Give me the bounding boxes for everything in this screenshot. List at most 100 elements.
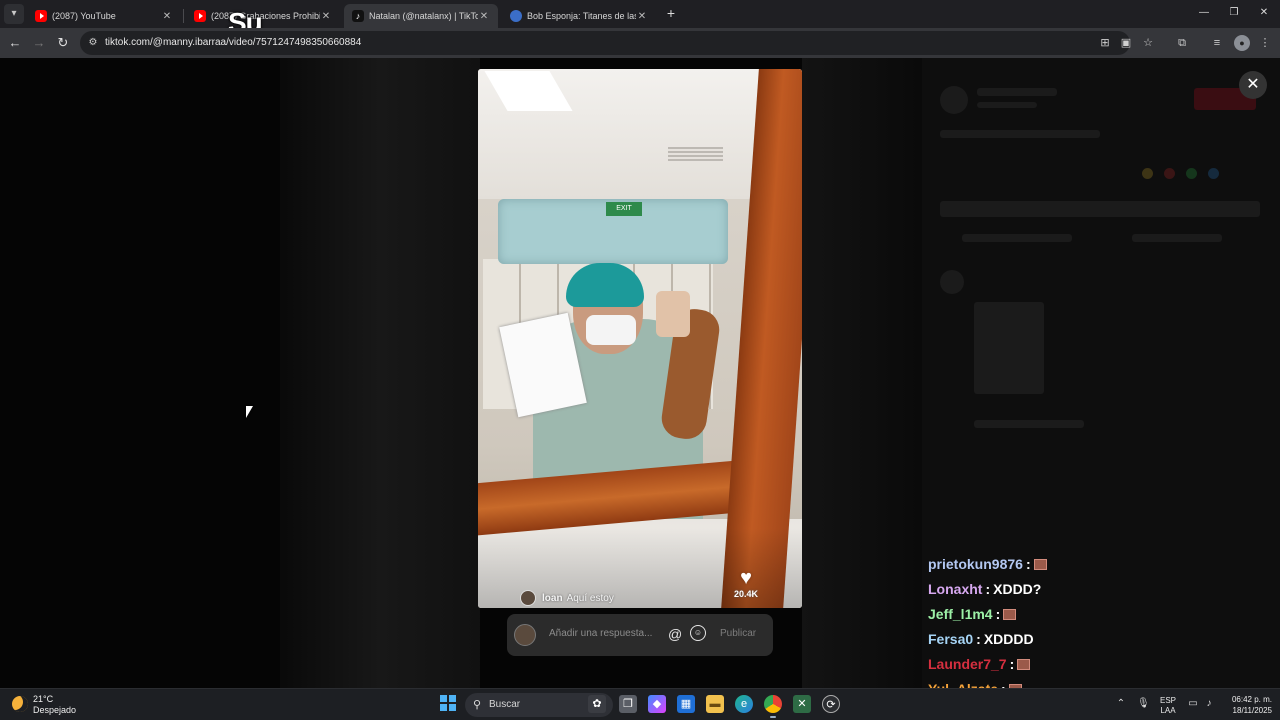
browser-toolbar: ← → ↻ ⚙ tiktok.com/@manny.ibarraa/video/… [0,28,1280,58]
translate-icon[interactable]: ⊞ [1097,35,1113,51]
network-icon[interactable]: ▭ [1187,698,1199,710]
address-bar[interactable]: ⚙ tiktok.com/@manny.ibarraa/video/757124… [80,31,1130,55]
search-icon: ⚲ [473,699,482,711]
close-window-icon[interactable]: ✕ [1257,5,1271,21]
publish-button[interactable]: Publicar [720,628,756,639]
search-label: Buscar [489,699,521,710]
back-icon[interactable]: ← [7,35,23,51]
dimmed-share-icon [1164,168,1175,179]
extensions-icon[interactable]: ⧉ [1174,35,1190,51]
edge-icon[interactable]: e [735,695,753,713]
dimmed-share-icon [1208,168,1219,179]
reload-icon[interactable]: ↻ [55,35,71,51]
date: 18/11/2025 [1232,706,1272,715]
video-scene [668,147,723,161]
avatar[interactable] [520,590,536,606]
chat-separator: : [985,581,991,598]
like-button[interactable]: ♥ 20.4K [730,567,762,599]
heart-icon[interactable]: ♥ [730,567,762,589]
video-player[interactable]: EXIT loan Aquí estoy ♥ 20.4K [478,69,802,608]
install-app-icon[interactable]: ▣ [1118,35,1134,51]
task-view-icon[interactable]: ❐ [619,695,637,713]
moon-icon[interactable] [12,696,28,712]
mention-icon[interactable]: @ [668,625,682,643]
chat-username: Lonaxht [928,581,983,598]
close-icon[interactable]: ✕ [1239,71,1267,99]
tab-separator [183,9,184,23]
weather-widget[interactable]: 21°C Despejado [33,694,76,716]
new-tab-button[interactable]: + [663,5,679,21]
language-indicator[interactable]: ESP LAA [1156,696,1180,716]
close-tab-icon[interactable]: ✕ [320,11,332,22]
dimmed-share-icon [1142,168,1153,179]
tab-title: (2087) YouTube [52,11,116,21]
video-scene [586,315,636,345]
tab-youtube[interactable]: (2087) YouTube ✕ [27,4,181,28]
tab-title: Bob Esponja: Titanes de las mareas [527,11,636,21]
dimmed-thumbnail [974,302,1044,394]
chrome-icon[interactable] [764,695,782,713]
tab-title: Natalan (@natalanx) | TikTok [369,11,478,21]
chat-message: prietokun9876: [928,555,1278,580]
chat-username: Fersa0 [928,631,974,648]
reply-username[interactable]: loan [542,593,563,604]
dimmed-text [940,130,1100,138]
tab-tiktok[interactable]: ♪ Natalan (@natalanx) | TikTok ✕ [344,4,498,28]
search-highlight-icon: ✿ [588,695,606,713]
bookmark-star-icon[interactable]: ☆ [1140,35,1156,51]
screen: ▾ (2087) YouTube ✕ (2087) Grabaciones Pr… [0,0,1280,720]
url-text: tiktok.com/@manny.ibarraa/video/75712474… [105,37,362,48]
close-tab-icon[interactable]: ✕ [478,11,490,22]
tab-grabaciones[interactable]: (2087) Grabaciones Prohibidas ✕ [186,4,340,28]
close-tab-icon[interactable]: ✕ [161,11,173,22]
bob-icon [510,10,522,22]
youtube-icon [35,10,47,22]
dimmed-text [977,102,1037,108]
emote-icon [1017,659,1031,671]
reply-text: Aquí estoy [566,592,614,604]
chat-separator: : [976,631,981,648]
dimmed-link-box [940,201,1260,217]
store-icon[interactable]: ▦ [677,695,695,713]
tab-bob-esponja[interactable]: Bob Esponja: Titanes de las mareas ✕ [502,4,656,28]
menu-dots-icon[interactable]: ⋮ [1257,35,1273,51]
file-explorer-icon[interactable]: ▬ [706,695,724,713]
dimmed-avatar [940,86,968,114]
media-controls-icon[interactable]: ≡ [1209,35,1225,51]
chat-message: Yul_Alzate: [928,680,1278,688]
chat-username: prietokun9876 [928,556,1023,572]
microphone-icon[interactable]: 🎙 [1137,698,1150,710]
tab-search-button[interactable]: ▾ [4,4,24,24]
browser-tab-bar: ▾ (2087) YouTube ✕ (2087) Grabaciones Pr… [0,0,1280,38]
chat-message: Launder7_7: [928,655,1278,680]
site-info-icon[interactable]: ⚙ [87,37,99,49]
minimize-icon[interactable]: — [1197,5,1211,21]
chat-message: Jeff_l1m4: [928,605,1278,630]
profile-avatar-icon[interactable]: ● [1234,35,1250,51]
copilot-icon[interactable]: ◆ [648,695,666,713]
forward-icon[interactable]: → [31,35,47,51]
maximize-icon[interactable]: ❐ [1227,5,1241,21]
app-icon[interactable]: ⟳ [822,695,840,713]
chat-separator: : [1025,556,1031,572]
reply-input[interactable]: Añadir una respuesta... [549,628,652,639]
close-tab-icon[interactable]: ✕ [636,11,648,22]
language-code: ESP [1159,696,1176,705]
video-backdrop [802,58,922,688]
emoji-icon[interactable]: ☺ [690,625,706,641]
chevron-up-icon[interactable]: ⌃ [1115,698,1127,710]
weather-condition: Despejado [33,705,77,715]
chat-separator: : [995,606,1001,623]
volume-icon[interactable]: ♪ [1203,698,1215,710]
keyboard-layout: LAA [1160,706,1176,715]
avatar [514,624,536,646]
windows-start-icon[interactable] [440,695,458,713]
dimmed-share-icon [1186,168,1197,179]
time: 06:42 p. m. [1231,695,1272,704]
like-count: 20.4K [733,589,759,599]
temperature: 21°C [33,694,54,704]
tiktok-icon: ♪ [352,10,364,22]
xbox-icon[interactable]: ✕ [793,695,811,713]
clock[interactable]: 06:42 p. m. 18/11/2025 [1224,694,1272,716]
emote-icon [1003,609,1017,621]
